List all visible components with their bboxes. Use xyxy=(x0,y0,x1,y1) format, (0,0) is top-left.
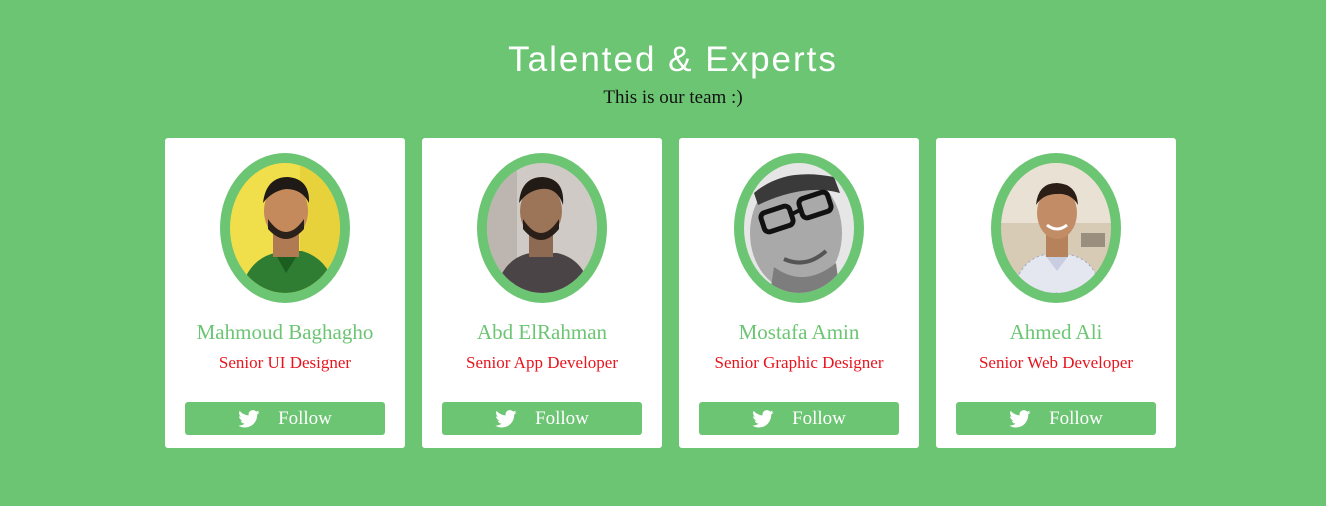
page-title: Talented & Experts xyxy=(508,40,838,79)
follow-label: Follow xyxy=(535,407,589,429)
follow-label: Follow xyxy=(278,407,332,429)
avatar-photo xyxy=(1001,163,1111,293)
page-subtitle: This is our team :) xyxy=(603,87,743,108)
avatar-frame xyxy=(220,153,350,303)
team-header: Talented & Experts This is our team :) xyxy=(0,38,1326,110)
team-card: Mostafa Amin Senior Graphic Designer Fol… xyxy=(679,138,919,448)
avatar-frame xyxy=(991,153,1121,303)
avatar-photo xyxy=(230,163,340,293)
member-role: Senior App Developer xyxy=(465,353,619,372)
follow-label: Follow xyxy=(1049,407,1103,429)
follow-button[interactable]: Follow xyxy=(442,402,642,435)
avatar-frame xyxy=(734,153,864,303)
team-card: Ahmed Ali Senior Web Developer Follow xyxy=(936,138,1176,448)
avatar xyxy=(487,163,597,293)
twitter-icon xyxy=(238,409,260,427)
team-card: Abd ElRahman Senior App Developer Follow xyxy=(422,138,662,448)
avatar-frame xyxy=(477,153,607,303)
avatar xyxy=(1001,163,1111,293)
follow-button[interactable]: Follow xyxy=(956,402,1156,435)
member-name: Abd ElRahman xyxy=(476,320,608,344)
twitter-icon xyxy=(495,409,517,427)
avatar-photo xyxy=(744,163,854,293)
member-role: Senior UI Designer xyxy=(218,353,352,372)
avatar xyxy=(744,163,854,293)
member-name: Mahmoud Baghagho xyxy=(196,320,374,344)
twitter-icon xyxy=(1009,409,1031,427)
follow-label: Follow xyxy=(792,407,846,429)
twitter-icon xyxy=(752,409,774,427)
member-role: Senior Web Developer xyxy=(978,353,1134,372)
avatar xyxy=(230,163,340,293)
follow-button[interactable]: Follow xyxy=(699,402,899,435)
member-name: Ahmed Ali xyxy=(1009,320,1103,344)
member-role: Senior Graphic Designer xyxy=(714,353,884,372)
follow-button[interactable]: Follow xyxy=(185,402,385,435)
member-name: Mostafa Amin xyxy=(738,320,860,344)
avatar-photo xyxy=(487,163,597,293)
team-cards: Mahmoud Baghagho Senior UI Designer Foll… xyxy=(165,138,1176,448)
team-card: Mahmoud Baghagho Senior UI Designer Foll… xyxy=(165,138,405,448)
